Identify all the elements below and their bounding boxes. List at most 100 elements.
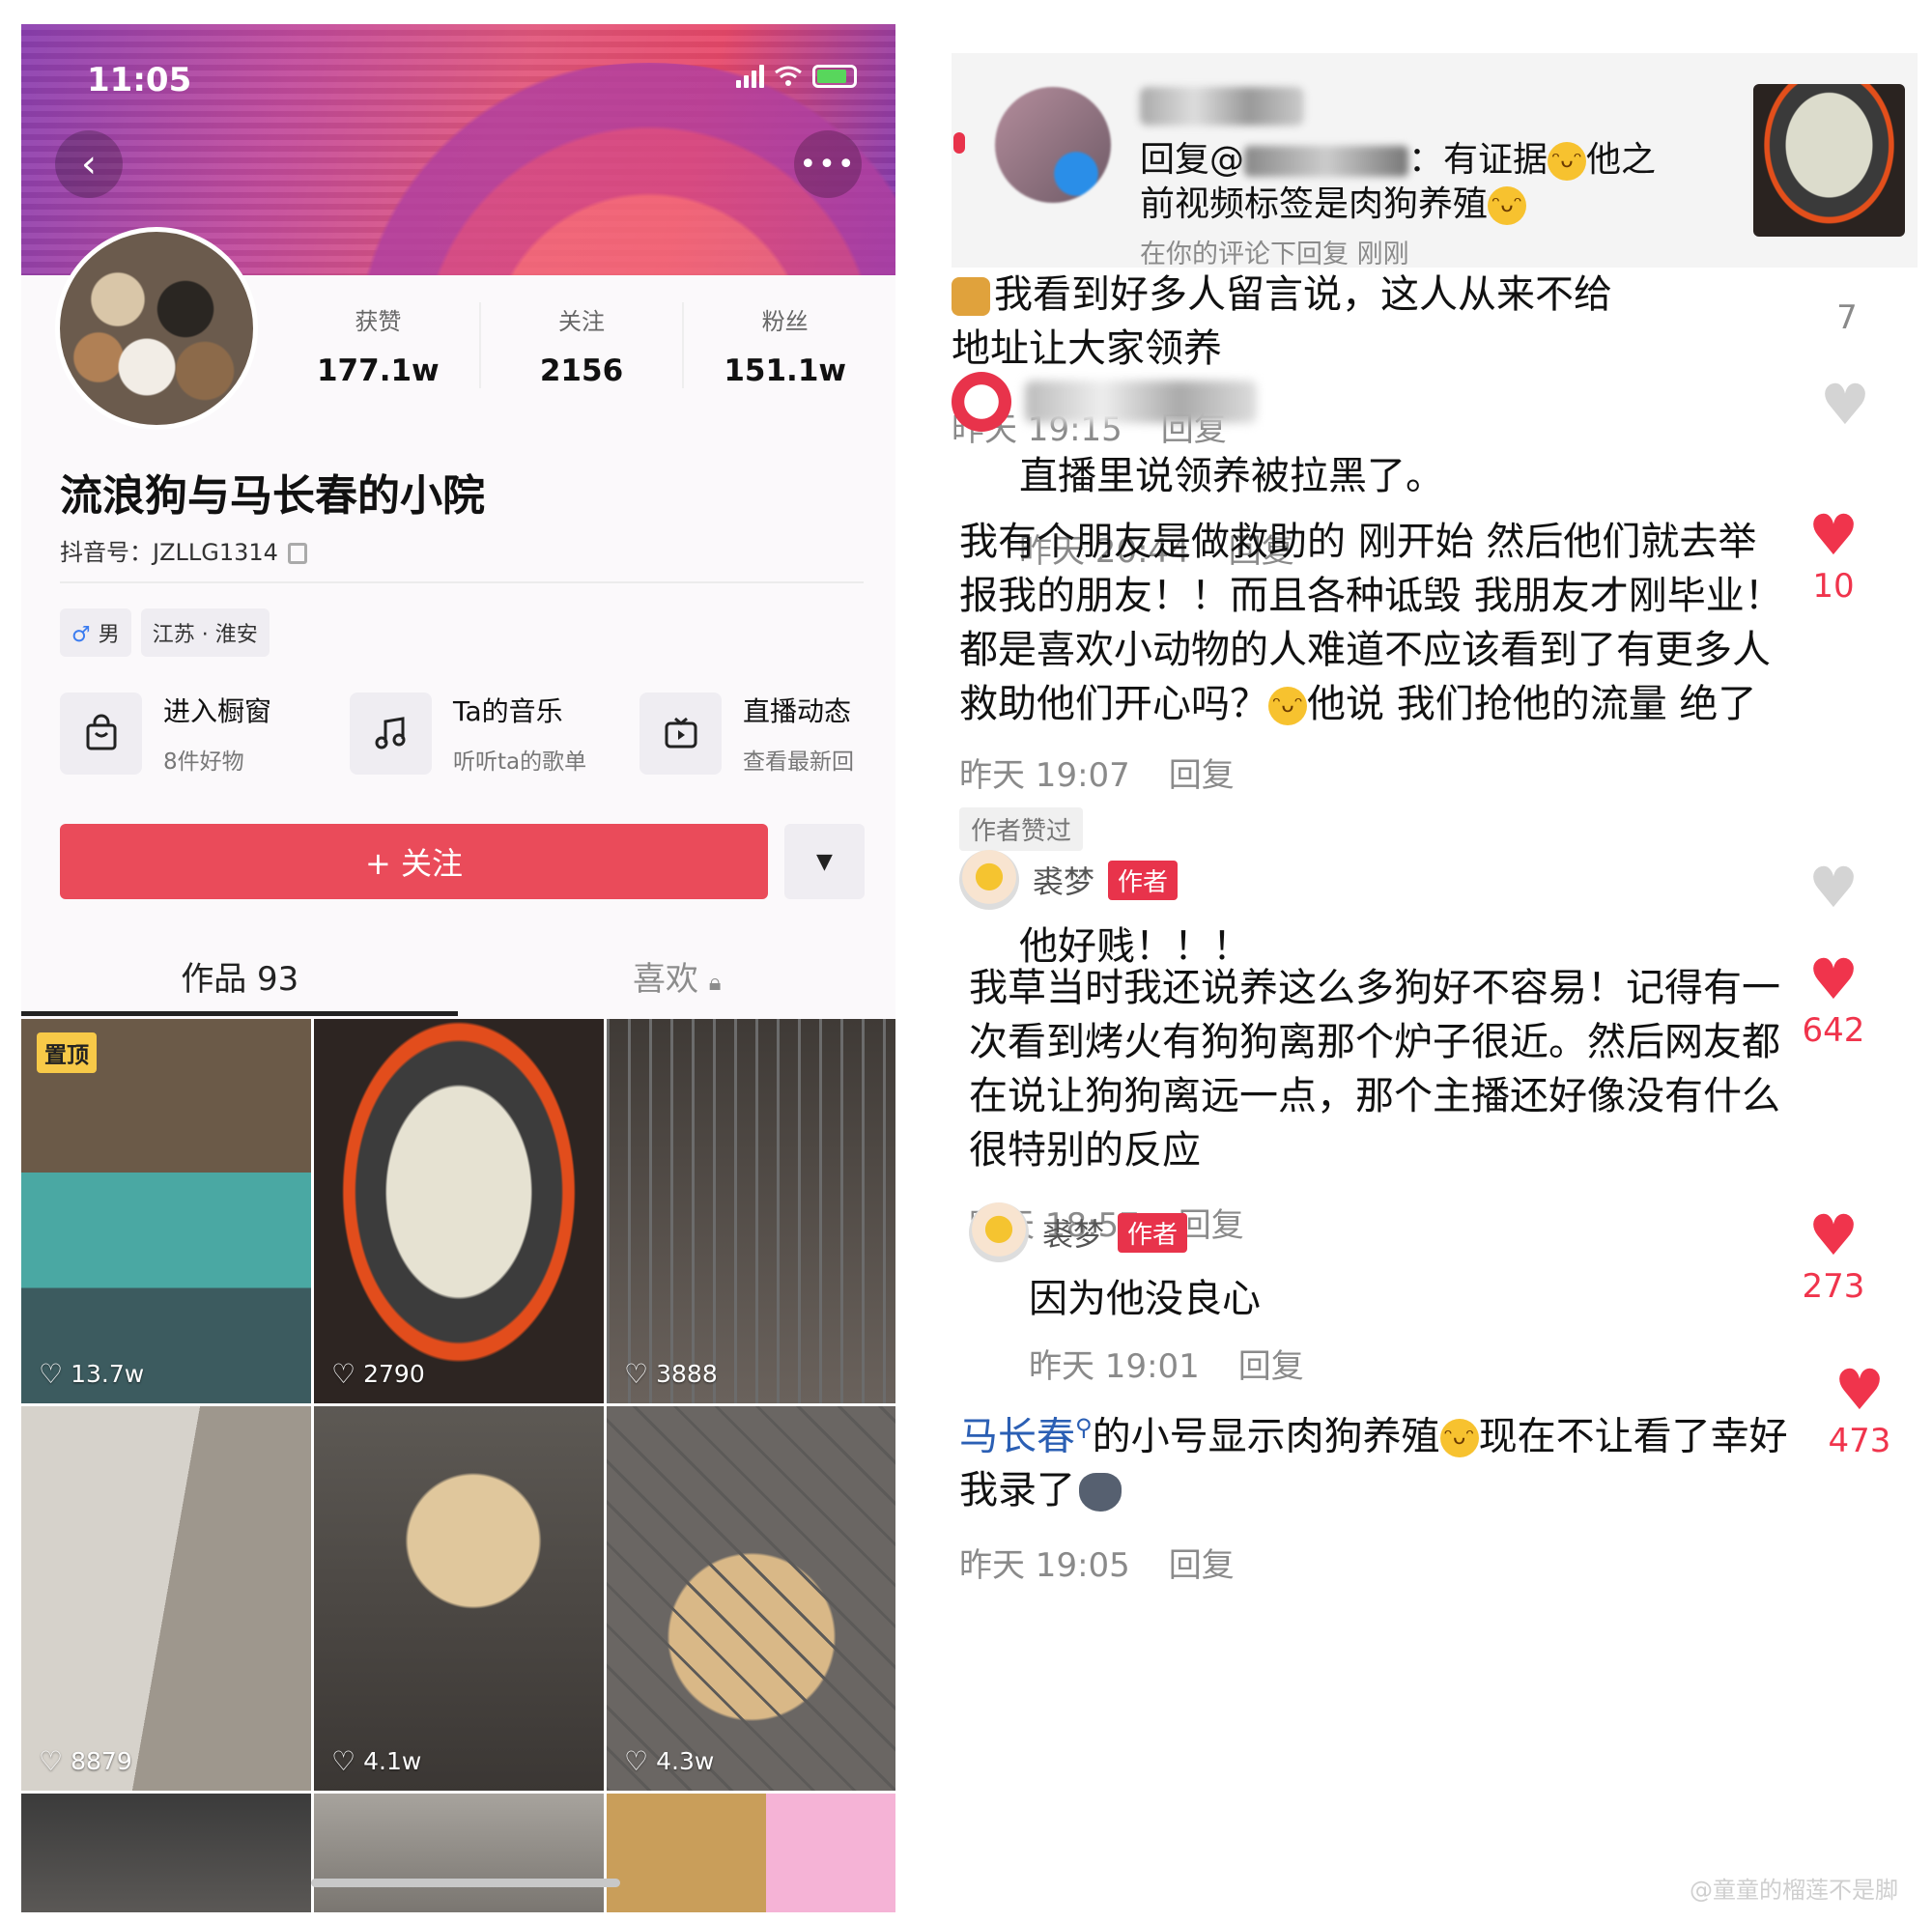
grin-sweat-emoji-icon: ᵔᴗᵔ <box>1439 1419 1479 1458</box>
follow-button[interactable]: + 关注 <box>60 824 768 899</box>
comment-item: 裘梦 作者 他好贱！！！ <box>959 850 1790 974</box>
heart-icon: ♥ <box>1820 372 1870 438</box>
profile-tags: ♂ 男 江苏 · 淮安 <box>60 608 270 657</box>
profile-nickname: 流浪狗与马长春的小院 <box>60 471 485 521</box>
like-button[interactable]: ♥ <box>1802 377 1889 433</box>
heart-icon: ♥ <box>1808 947 1859 1012</box>
reply-button[interactable]: 回复 <box>1169 756 1235 795</box>
comment-item: 马长春⚲的小号显示肉狗养殖 ᵔᴗᵔ 现在不让看了幸好我录了 昨天 19:05 回复 <box>959 1400 1790 1586</box>
like-button[interactable]: ♥ 642 <box>1790 951 1877 1050</box>
author-badge: 作者 <box>1118 1212 1188 1253</box>
profile-screenshot: 11:05 ‹ ••• 获赞 177.1w 关注 2156 粉丝 151.1w … <box>21 24 895 1912</box>
douyin-id: 抖音号：JZLLG1314 <box>60 533 307 567</box>
like-button[interactable]: ♥ <box>1790 860 1877 916</box>
stat-followers[interactable]: 粉丝 151.1w <box>684 302 886 388</box>
cat-face-icon <box>952 277 990 316</box>
search-icon: ⚲ <box>1075 1414 1093 1441</box>
stat-likes: 获赞 177.1w <box>277 302 481 388</box>
status-time: 11:05 <box>87 61 192 99</box>
profile-shortcuts: 进入橱窗 8件好物 Ta的音乐 听听ta的歌单 直播动态 查看最新回 <box>60 691 895 776</box>
grin-sweat-emoji-icon: ᵔᴗᵔ <box>1268 687 1307 725</box>
heart-outline-icon: ♡ <box>624 1745 649 1777</box>
live-tv-icon <box>639 692 722 775</box>
comment-item: 我有个朋友是做救助的 刚开始 然后他们就去举报我的朋友！！而且各种诋毁 我朋友才… <box>959 515 1790 851</box>
recommend-dropdown-button[interactable]: ▼ <box>784 824 865 899</box>
comment-text: 我草当时我还说养这么多狗好不容易！记得有一次看到烤火有狗狗离那个炉子很近。然后网… <box>969 966 1780 1173</box>
video-thumbnail[interactable]: ♡ 8879 <box>21 1406 311 1791</box>
dog-face-icon <box>1079 1473 1122 1512</box>
chevron-left-icon: ‹ <box>81 142 97 186</box>
heart-outline-icon: ♡ <box>624 1358 649 1390</box>
more-dots-icon: ••• <box>799 147 857 182</box>
grin-sweat-emoji-icon: ᵔᴗᵔ <box>1488 186 1527 225</box>
grin-sweat-emoji-icon: ᵔᴗᵔ <box>1548 142 1587 181</box>
more-button[interactable]: ••• <box>794 130 862 198</box>
notification-meta: 在你的评论下回复 刚刚 <box>1140 240 1409 269</box>
like-button[interactable]: ♥ 273 <box>1790 1207 1877 1306</box>
video-thumbnail[interactable] <box>21 1794 311 1912</box>
watermark: @童童的榴莲不是脚 <box>1690 1877 1898 1904</box>
tab-likes[interactable]: 喜欢 🔒︎ <box>459 947 896 1019</box>
comment-text: 我有个朋友是做救助的 刚开始 然后他们就去举报我的朋友！！而且各种诋毁 我朋友才… <box>959 520 1783 726</box>
tab-works[interactable]: 作品 93 <box>21 947 459 1019</box>
gender-tag: ♂ 男 <box>60 608 131 657</box>
tab-indicator <box>21 1011 458 1016</box>
avatar[interactable] <box>55 227 258 430</box>
avatar[interactable] <box>969 1202 1029 1262</box>
status-icons <box>736 65 857 88</box>
shortcut-shop[interactable]: 进入橱窗 8件好物 <box>60 691 350 776</box>
heart-outline-icon: ♡ <box>331 1745 356 1777</box>
signal-icon <box>736 65 764 88</box>
avatar[interactable] <box>952 372 1011 432</box>
divider <box>60 581 864 583</box>
video-thumbnail[interactable]: ♡ 3888 <box>607 1019 895 1403</box>
comment-text: 直播里说领养被拉黑了。 <box>1019 454 1444 498</box>
like-button[interactable]: ♥ 473 <box>1816 1362 1903 1460</box>
blurred-mention <box>1244 146 1409 177</box>
mention-link[interactable]: 马长春 <box>959 1414 1075 1458</box>
comment-username[interactable]: 裘梦 <box>1033 858 1094 902</box>
comment-text: 我看到好多人留言说，这人从来不给地址让大家领养 <box>952 272 1612 371</box>
shortcut-live[interactable]: 直播动态 查看最新回 <box>639 691 895 776</box>
video-thumbnail[interactable]: ♡ 2790 <box>314 1019 604 1403</box>
wifi-icon <box>775 66 802 86</box>
comments-screenshot: 回复@ ：有证据 ᵔᴗᵔ 他之 前视频标签是肉狗养殖 ᵔᴗᵔ 在你的评论下回复 刚刚 我… <box>952 53 1918 1922</box>
triangle-down-icon: ▼ <box>816 849 833 874</box>
video-thumbnail[interactable] <box>314 1794 604 1912</box>
avatar[interactable] <box>959 850 1019 910</box>
battery-icon <box>812 65 857 88</box>
heart-icon: ♥ <box>1808 855 1859 920</box>
video-thumbnail[interactable] <box>1753 84 1905 237</box>
reply-button[interactable]: 回复 <box>1238 1347 1304 1386</box>
profile-stats: 获赞 177.1w 关注 2156 粉丝 151.1w <box>277 302 886 388</box>
author-liked-badge: 作者赞过 <box>959 807 1084 851</box>
heart-icon: ♥ <box>1834 1357 1885 1423</box>
pinned-badge: 置顶 <box>37 1032 97 1073</box>
heart-outline-icon: ♡ <box>331 1358 356 1390</box>
shop-bag-icon <box>60 692 142 775</box>
back-button[interactable]: ‹ <box>55 130 123 198</box>
video-grid: 置顶 ♡ 13.7w ♡ 2790 ♡ 3888 ♡ 8879 ♡ 4.1w ♡ 4.3w <box>21 1019 895 1912</box>
heart-icon: ♥ <box>1808 502 1859 568</box>
male-icon: ♂ <box>71 623 91 647</box>
stat-following[interactable]: 关注 2156 <box>481 302 685 388</box>
unread-dot <box>953 132 965 154</box>
reply-notification[interactable]: 回复@ ：有证据 ᵔᴗᵔ 他之 前视频标签是肉狗养殖 ᵔᴗᵔ 在你的评论下回复 刚刚 <box>952 53 1918 269</box>
like-button[interactable]: ♥ 10 <box>1790 507 1877 606</box>
video-thumbnail[interactable]: 置顶 ♡ 13.7w <box>21 1019 311 1403</box>
video-thumbnail[interactable] <box>607 1794 895 1912</box>
reply-button[interactable]: 回复 <box>1169 1546 1235 1585</box>
copy-icon[interactable] <box>287 543 307 564</box>
heart-outline-icon: ♡ <box>39 1745 64 1777</box>
author-badge: 作者 <box>1108 860 1179 900</box>
like-button[interactable]: 7 <box>1804 295 1890 337</box>
video-thumbnail[interactable]: ♡ 4.3w <box>607 1406 895 1791</box>
shortcut-music[interactable]: Ta的音乐 听听ta的歌单 <box>350 691 639 776</box>
comment-username[interactable]: 裘梦 <box>1042 1210 1104 1255</box>
comment-text: 马长春⚲的小号显示肉狗养殖 ᵔᴗᵔ 现在不让看了幸好我录了 <box>959 1414 1788 1513</box>
music-note-icon <box>350 692 432 775</box>
comment-text: 因为他没良心 <box>1029 1277 1261 1321</box>
video-thumbnail[interactable]: ♡ 4.1w <box>314 1406 604 1791</box>
blurred-username <box>1025 381 1257 423</box>
heart-icon: ♥ <box>1808 1202 1859 1268</box>
